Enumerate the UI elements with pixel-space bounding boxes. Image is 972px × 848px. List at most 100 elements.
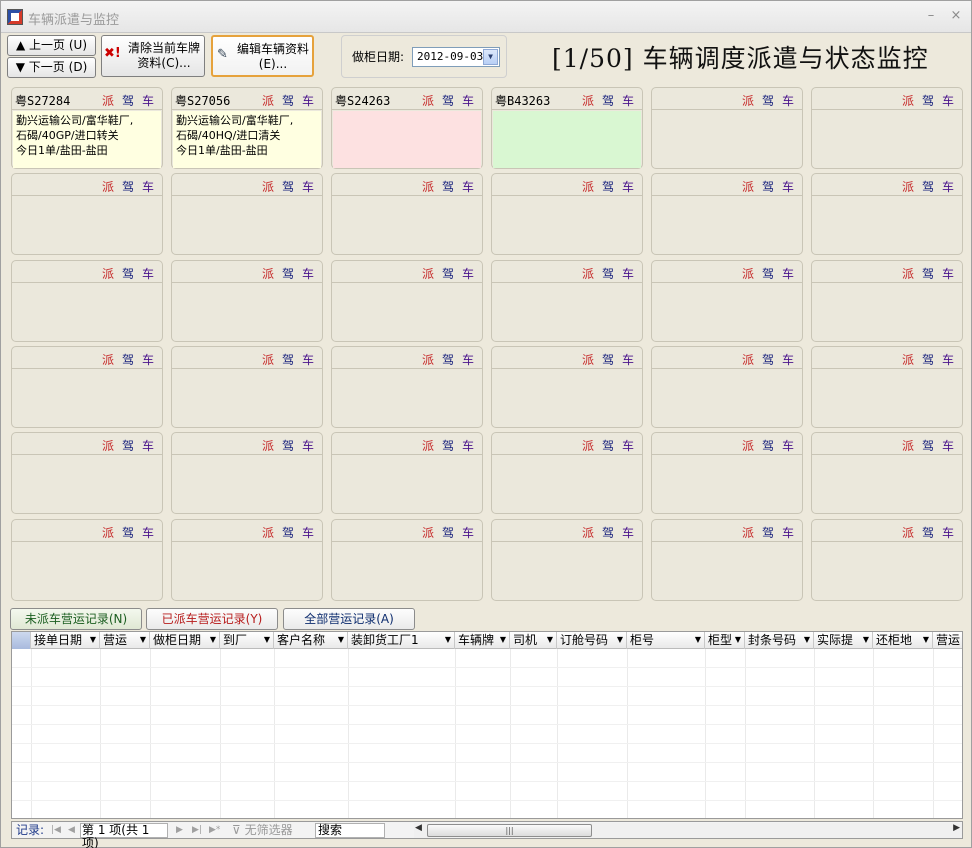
dispatch-icon[interactable]: 派 [262, 265, 274, 282]
dispatch-icon[interactable]: 派 [902, 265, 914, 282]
vehicle-icon[interactable]: 车 [462, 437, 474, 454]
driver-icon[interactable]: 驾 [922, 92, 934, 109]
column-header[interactable]: 实际提 ▼ [814, 632, 873, 649]
driver-icon[interactable]: 驾 [282, 265, 294, 282]
vehicle-card[interactable]: 派驾车 [171, 260, 323, 342]
vehicle-card[interactable]: 派驾车 [11, 432, 163, 514]
dispatch-icon[interactable]: 派 [102, 92, 114, 109]
column-header[interactable]: 车辆牌 ▼ [455, 632, 510, 649]
column-header[interactable]: 还柜地 ▼ [873, 632, 933, 649]
driver-icon[interactable]: 驾 [922, 437, 934, 454]
dispatch-icon[interactable]: 派 [582, 265, 594, 282]
vehicle-icon[interactable]: 车 [942, 265, 954, 282]
dispatch-icon[interactable]: 派 [102, 524, 114, 541]
vehicle-card[interactable]: 粤S24263 派驾车 [331, 87, 483, 169]
vehicle-card[interactable]: 派驾车 [811, 87, 963, 169]
dispatch-icon[interactable]: 派 [902, 524, 914, 541]
vehicle-icon[interactable]: 车 [622, 351, 634, 368]
driver-icon[interactable]: 驾 [122, 437, 134, 454]
driver-icon[interactable]: 驾 [442, 351, 454, 368]
column-header[interactable]: 到厂 ▼ [220, 632, 274, 649]
driver-icon[interactable]: 驾 [922, 524, 934, 541]
vehicle-card[interactable]: 派驾车 [651, 173, 803, 255]
driver-icon[interactable]: 驾 [122, 524, 134, 541]
vehicle-card[interactable]: 派驾车 [651, 260, 803, 342]
vehicle-icon[interactable]: 车 [942, 351, 954, 368]
vehicle-icon[interactable]: 车 [302, 437, 314, 454]
column-header[interactable]: 司机 ▼ [510, 632, 557, 649]
driver-icon[interactable]: 驾 [922, 265, 934, 282]
first-record-icon[interactable]: |◀ [51, 823, 61, 838]
column-header[interactable]: 订舱号码 ▼ [557, 632, 627, 649]
vehicle-icon[interactable]: 车 [142, 524, 154, 541]
driver-icon[interactable]: 驾 [282, 437, 294, 454]
driver-icon[interactable]: 驾 [922, 178, 934, 195]
scroll-right-icon[interactable]: ▶ [953, 823, 960, 833]
prev-page-button[interactable]: ▲ 上一页 (U) [7, 35, 96, 56]
vehicle-card[interactable]: 派驾车 [11, 260, 163, 342]
driver-icon[interactable]: 驾 [122, 92, 134, 109]
column-filter-icon[interactable]: ▼ [804, 632, 810, 648]
vehicle-card[interactable]: 粤S27284 派驾车勤兴运输公司/富华鞋厂, 石碣/40GP/进口转关 今日1单/盐… [11, 87, 163, 169]
driver-icon[interactable]: 驾 [602, 351, 614, 368]
vehicle-card[interactable]: 派驾车 [331, 173, 483, 255]
vehicle-card[interactable]: 派驾车 [651, 87, 803, 169]
driver-icon[interactable]: 驾 [442, 437, 454, 454]
horizontal-scrollbar[interactable]: ◀ ||| ▶ [414, 823, 962, 838]
vehicle-icon[interactable]: 车 [782, 351, 794, 368]
vehicle-card[interactable]: 派驾车 [171, 519, 323, 601]
column-header[interactable]: 柜型 ▼ [705, 632, 745, 649]
dispatch-icon[interactable]: 派 [902, 437, 914, 454]
column-filter-icon[interactable]: ▼ [547, 632, 553, 648]
dispatch-icon[interactable]: 派 [742, 437, 754, 454]
dispatch-icon[interactable]: 派 [582, 437, 594, 454]
vehicle-card[interactable]: 派驾车 [491, 260, 643, 342]
vehicle-card[interactable]: 派驾车 [171, 432, 323, 514]
edit-vehicle-button[interactable]: ✎ 编辑车辆资料 (E)... [211, 35, 314, 77]
column-filter-icon[interactable]: ▼ [140, 632, 146, 648]
column-header[interactable]: 柜号 ▼ [627, 632, 705, 649]
column-filter-icon[interactable]: ▼ [735, 632, 741, 648]
column-filter-icon[interactable]: ▼ [923, 632, 929, 648]
new-record-icon[interactable]: ▶* [209, 823, 220, 838]
dispatch-icon[interactable]: 派 [422, 437, 434, 454]
vehicle-icon[interactable]: 车 [782, 265, 794, 282]
driver-icon[interactable]: 驾 [922, 351, 934, 368]
driver-icon[interactable]: 驾 [762, 437, 774, 454]
dispatch-icon[interactable]: 派 [422, 351, 434, 368]
vehicle-icon[interactable]: 车 [942, 178, 954, 195]
driver-icon[interactable]: 驾 [282, 92, 294, 109]
column-filter-icon[interactable]: ▼ [264, 632, 270, 648]
dispatch-icon[interactable]: 派 [262, 92, 274, 109]
column-header[interactable]: 做柜日期 ▼ [150, 632, 220, 649]
minimize-button[interactable]: – [922, 7, 940, 25]
column-header[interactable]: 客户名称 ▼ [274, 632, 348, 649]
driver-icon[interactable]: 驾 [122, 178, 134, 195]
dispatch-icon[interactable]: 派 [742, 351, 754, 368]
driver-icon[interactable]: 驾 [602, 92, 614, 109]
vehicle-card[interactable]: 派驾车 [491, 432, 643, 514]
vehicle-card[interactable]: 派驾车 [491, 346, 643, 428]
column-header[interactable]: 营运 [933, 632, 962, 649]
column-header[interactable]: 装卸货工厂1 ▼ [348, 632, 455, 649]
dispatch-icon[interactable]: 派 [742, 92, 754, 109]
dispatch-icon[interactable]: 派 [902, 92, 914, 109]
column-header[interactable]: 接单日期 ▼ [31, 632, 100, 649]
vehicle-card[interactable]: 派驾车 [811, 173, 963, 255]
vehicle-card[interactable]: 派驾车 [651, 346, 803, 428]
vehicle-icon[interactable]: 车 [782, 178, 794, 195]
dispatch-icon[interactable]: 派 [902, 178, 914, 195]
vehicle-icon[interactable]: 车 [462, 524, 474, 541]
dispatch-icon[interactable]: 派 [102, 265, 114, 282]
vehicle-icon[interactable]: 车 [142, 437, 154, 454]
column-filter-icon[interactable]: ▼ [90, 632, 96, 648]
vehicle-icon[interactable]: 车 [622, 92, 634, 109]
vehicle-card[interactable]: 派驾车 [491, 173, 643, 255]
prev-record-icon[interactable]: ◀ [68, 823, 75, 838]
vehicle-card[interactable]: 派驾车 [811, 260, 963, 342]
dispatch-icon[interactable]: 派 [582, 92, 594, 109]
dispatch-icon[interactable]: 派 [422, 524, 434, 541]
vehicle-card[interactable]: 派驾车 [11, 519, 163, 601]
column-filter-icon[interactable]: ▼ [863, 632, 869, 648]
vehicle-card[interactable]: 派驾车 [11, 173, 163, 255]
